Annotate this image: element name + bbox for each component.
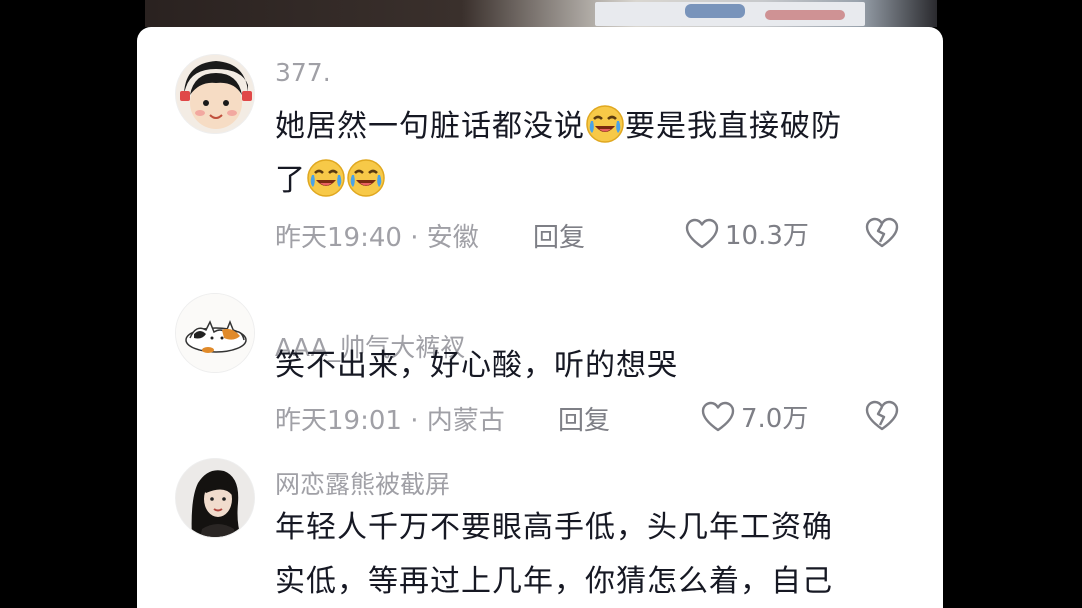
comment-text: 年轻人千万不要眼高手低，头几年工资确 实低，等再过上几年，你猜怎么着，自己 bbox=[275, 501, 905, 608]
avatar[interactable] bbox=[175, 293, 255, 373]
comment-text-part: 她居然一句脏话都没说 bbox=[275, 109, 585, 144]
heart-outline-icon bbox=[685, 218, 719, 248]
like-button[interactable]: 7.0万 bbox=[701, 398, 808, 435]
video-preview-strip bbox=[145, 0, 937, 27]
avatar-cat-image bbox=[176, 294, 254, 372]
comment-text: 笑不出来，好心酸，听的想哭 bbox=[275, 348, 678, 383]
comment-panel[interactable]: 377. 她居然一句脏话都没说 要是我直接破防了 昨天19:40 · 安徽 回复 … bbox=[137, 27, 943, 608]
comment-text: 她居然一句脏话都没说 要是我直接破防了 bbox=[275, 100, 905, 208]
avatar[interactable] bbox=[175, 458, 255, 538]
avatar[interactable] bbox=[175, 54, 255, 134]
video-preview-detail bbox=[765, 10, 845, 20]
crying-laughing-emoji-icon bbox=[307, 159, 345, 197]
comment-username[interactable]: 网恋露熊被截屏 bbox=[275, 465, 450, 501]
like-count: 7.0万 bbox=[741, 404, 809, 434]
comment-location: 安徽 bbox=[426, 223, 479, 253]
comment-location: 内蒙古 bbox=[426, 406, 505, 436]
comment-time: 昨天19:40 bbox=[275, 223, 402, 253]
broken-heart-icon bbox=[865, 217, 899, 248]
reply-button[interactable]: 回复 bbox=[558, 400, 610, 437]
comment-username[interactable]: 377. bbox=[275, 58, 331, 87]
video-preview-detail bbox=[685, 4, 745, 18]
comment-text-part: 了 bbox=[275, 163, 306, 198]
comment-text-line: 年轻人千万不要眼高手低，头几年工资确 bbox=[275, 510, 833, 545]
reply-button[interactable]: 回复 bbox=[533, 217, 585, 254]
comment-text-line: 实低，等再过上几年，你猜怎么着，自己 bbox=[275, 564, 833, 599]
dislike-button[interactable] bbox=[865, 400, 899, 432]
meta-separator: · bbox=[410, 406, 419, 436]
dislike-button[interactable] bbox=[865, 217, 899, 249]
avatar-cartoon-girl-image bbox=[176, 55, 254, 133]
broken-heart-icon bbox=[865, 400, 899, 431]
like-count: 10.3万 bbox=[725, 221, 809, 251]
meta-separator: · bbox=[410, 223, 419, 253]
comment-meta: 昨天19:40 · 安徽 bbox=[275, 217, 479, 254]
comment-text-part: 要是我直接破防 bbox=[625, 109, 842, 144]
comment-meta: 昨天19:01 · 内蒙古 bbox=[275, 400, 505, 437]
crying-laughing-emoji-icon bbox=[586, 105, 624, 143]
heart-outline-icon bbox=[701, 401, 735, 431]
comment-time: 昨天19:01 bbox=[275, 406, 402, 436]
avatar-woman-photo-image bbox=[176, 459, 254, 537]
crying-laughing-emoji-icon bbox=[347, 159, 385, 197]
like-button[interactable]: 10.3万 bbox=[685, 215, 809, 252]
